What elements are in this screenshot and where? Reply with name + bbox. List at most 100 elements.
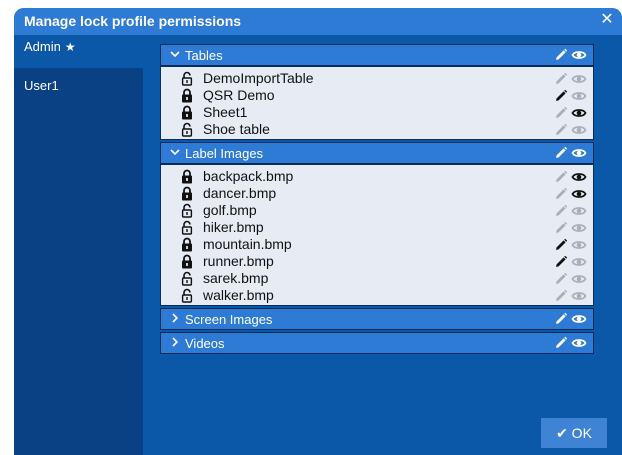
ok-button[interactable]: ✔ OK bbox=[541, 418, 607, 448]
item-name: Shoe table bbox=[203, 121, 270, 137]
item-permission-icons bbox=[553, 105, 587, 120]
list-item[interactable]: mountain.bmp bbox=[161, 236, 593, 253]
sidebar-item-user1[interactable]: User1 bbox=[14, 74, 143, 107]
lock-closed-icon[interactable] bbox=[181, 254, 193, 269]
pencil-icon[interactable] bbox=[553, 237, 569, 253]
list-item[interactable]: QSR Demo bbox=[161, 87, 593, 104]
section-title: Videos bbox=[185, 336, 225, 351]
item-permission-icons bbox=[553, 254, 587, 269]
pencil-icon[interactable] bbox=[553, 47, 569, 63]
pencil-icon[interactable] bbox=[553, 122, 569, 138]
eye-icon[interactable] bbox=[571, 122, 587, 138]
lock-open-icon[interactable] bbox=[181, 220, 193, 235]
item-permission-icons bbox=[553, 203, 587, 218]
lock-closed-icon[interactable] bbox=[181, 88, 193, 103]
item-permission-icons bbox=[553, 237, 587, 252]
eye-icon[interactable] bbox=[571, 271, 587, 287]
pencil-icon[interactable] bbox=[553, 88, 569, 104]
eye-icon[interactable] bbox=[571, 288, 587, 304]
chevron-right-icon[interactable] bbox=[169, 312, 181, 327]
item-name: backpack.bmp bbox=[203, 168, 294, 184]
sidebar-item-label: User1 bbox=[24, 78, 59, 93]
section-header-screen-images[interactable]: Screen Images bbox=[160, 308, 594, 330]
eye-icon[interactable] bbox=[571, 105, 587, 121]
lock-open-icon[interactable] bbox=[181, 122, 193, 137]
lock-open-icon[interactable] bbox=[181, 71, 193, 86]
item-permission-icons bbox=[553, 169, 587, 184]
section-permission-icons bbox=[553, 145, 587, 163]
eye-icon[interactable] bbox=[571, 335, 587, 351]
eye-icon[interactable] bbox=[571, 169, 587, 185]
pencil-icon[interactable] bbox=[553, 145, 569, 161]
list-item[interactable]: hiker.bmp bbox=[161, 219, 593, 236]
eye-icon[interactable] bbox=[571, 220, 587, 236]
item-name: golf.bmp bbox=[203, 202, 257, 218]
star-icon: ★ bbox=[64, 40, 76, 54]
item-name: QSR Demo bbox=[203, 87, 275, 103]
section-permission-icons bbox=[553, 335, 587, 353]
pencil-icon[interactable] bbox=[553, 254, 569, 270]
list-item[interactable]: DemoImportTable bbox=[161, 70, 593, 87]
user-sidebar: Admin ★ User1 bbox=[14, 35, 143, 455]
sidebar-item-label: Admin bbox=[24, 39, 61, 54]
pencil-icon[interactable] bbox=[553, 105, 569, 121]
list-item[interactable]: walker.bmp bbox=[161, 287, 593, 304]
pencil-icon[interactable] bbox=[553, 186, 569, 202]
item-name: runner.bmp bbox=[203, 253, 274, 269]
pencil-icon[interactable] bbox=[553, 220, 569, 236]
eye-icon[interactable] bbox=[571, 47, 587, 63]
list-item[interactable]: sarek.bmp bbox=[161, 270, 593, 287]
section-permission-icons bbox=[553, 47, 587, 65]
item-permission-icons bbox=[553, 122, 587, 137]
item-permission-icons bbox=[553, 71, 587, 86]
lock-closed-icon[interactable] bbox=[181, 169, 193, 184]
list-item[interactable]: backpack.bmp bbox=[161, 168, 593, 185]
pencil-icon[interactable] bbox=[553, 203, 569, 219]
list-item[interactable]: golf.bmp bbox=[161, 202, 593, 219]
close-icon[interactable]: ✕ bbox=[598, 11, 616, 29]
section-title: Screen Images bbox=[185, 312, 273, 327]
list-item[interactable]: Sheet1 bbox=[161, 104, 593, 121]
pencil-icon[interactable] bbox=[553, 71, 569, 87]
sidebar-item-admin[interactable]: Admin ★ bbox=[14, 35, 143, 68]
pencil-icon[interactable] bbox=[553, 335, 569, 351]
eye-icon[interactable] bbox=[571, 203, 587, 219]
item-name: walker.bmp bbox=[203, 287, 274, 303]
item-name: dancer.bmp bbox=[203, 185, 277, 201]
chevron-down-icon[interactable] bbox=[169, 48, 181, 63]
section-header-label-images[interactable]: Label Images bbox=[160, 142, 594, 164]
lock-open-icon[interactable] bbox=[181, 271, 193, 286]
lock-open-icon[interactable] bbox=[181, 288, 193, 303]
eye-icon[interactable] bbox=[571, 145, 587, 161]
list-item[interactable]: runner.bmp bbox=[161, 253, 593, 270]
section-header-videos[interactable]: Videos bbox=[160, 332, 594, 354]
pencil-icon[interactable] bbox=[553, 288, 569, 304]
item-permission-icons bbox=[553, 288, 587, 303]
list-item[interactable]: Shoe table bbox=[161, 121, 593, 138]
pencil-icon[interactable] bbox=[553, 271, 569, 287]
eye-icon[interactable] bbox=[571, 186, 587, 202]
lock-closed-icon[interactable] bbox=[181, 237, 193, 252]
dialog-title: Manage lock profile permissions bbox=[24, 13, 242, 29]
pencil-icon[interactable] bbox=[553, 169, 569, 185]
title-bar: Manage lock profile permissions ✕ bbox=[14, 8, 622, 35]
lock-open-icon[interactable] bbox=[181, 203, 193, 218]
section-header-tables[interactable]: Tables bbox=[160, 44, 594, 66]
chevron-right-icon[interactable] bbox=[169, 336, 181, 351]
eye-icon[interactable] bbox=[571, 311, 587, 327]
item-permission-icons bbox=[553, 186, 587, 201]
chevron-down-icon[interactable] bbox=[169, 146, 181, 161]
item-name: sarek.bmp bbox=[203, 270, 269, 286]
item-permission-icons bbox=[553, 271, 587, 286]
section-title: Label Images bbox=[185, 146, 264, 161]
item-name: hiker.bmp bbox=[203, 219, 264, 235]
lock-closed-icon[interactable] bbox=[181, 105, 193, 120]
section-list-label-images: backpack.bmp dancer.bmp golf.bmp hiker.bmp m… bbox=[160, 164, 594, 306]
eye-icon[interactable] bbox=[571, 237, 587, 253]
eye-icon[interactable] bbox=[571, 254, 587, 270]
pencil-icon[interactable] bbox=[553, 311, 569, 327]
eye-icon[interactable] bbox=[571, 88, 587, 104]
eye-icon[interactable] bbox=[571, 71, 587, 87]
list-item[interactable]: dancer.bmp bbox=[161, 185, 593, 202]
lock-closed-icon[interactable] bbox=[181, 186, 193, 201]
